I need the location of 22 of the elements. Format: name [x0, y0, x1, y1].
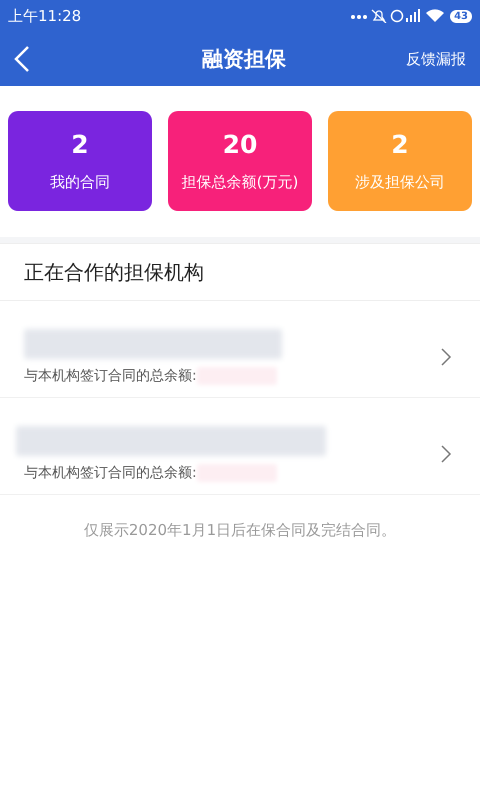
feedback-link[interactable]: 反馈漏报: [406, 50, 466, 68]
back-icon[interactable]: [12, 45, 32, 73]
stat-value: 2: [71, 130, 89, 159]
chevron-icon: [440, 444, 452, 464]
status-time: 上午11:28: [8, 6, 82, 26]
wifi-icon: [426, 9, 444, 23]
footnote: 仅展示2020年1月1日后在保合同及完结合同。: [82, 520, 398, 540]
battery-icon: 43: [450, 10, 472, 22]
institution-row[interactable]: 与本机构签订合同的总余额:: [0, 398, 480, 495]
stat-card[interactable]: 20 担保总余额(万元): [168, 111, 312, 211]
section-title: 正在合作的担保机构: [0, 243, 480, 301]
stat-label: 涉及担保公司: [355, 173, 445, 192]
stat-label: 我的合同: [50, 173, 110, 192]
institution-row[interactable]: 与本机构签订合同的总余额:: [0, 301, 480, 398]
amount-label: 与本机构签订合同的总余额:: [24, 367, 197, 385]
stat-value: 20: [222, 130, 258, 159]
stat-label: 担保总余额(万元): [182, 173, 298, 192]
stat-value: 2: [391, 130, 409, 159]
stat-card[interactable]: 2 我的合同: [8, 111, 152, 211]
chevron-icon: [440, 347, 452, 367]
page-title: 融资担保: [201, 46, 287, 73]
amount-label: 与本机构签订合同的总余额:: [24, 464, 197, 482]
